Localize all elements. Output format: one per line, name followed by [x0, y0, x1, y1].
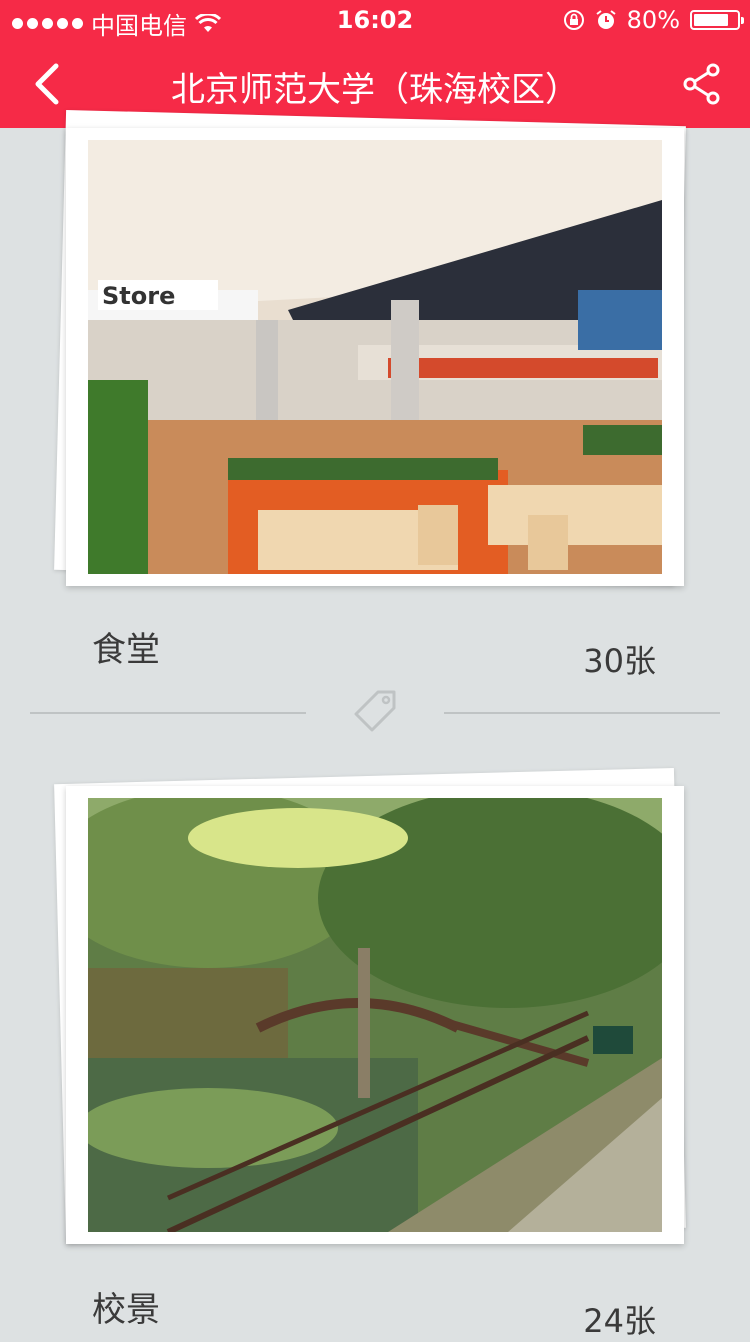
photo-frame: Store: [66, 128, 684, 586]
battery-percent: 80%: [626, 6, 680, 34]
divider-right: [444, 712, 720, 714]
svg-text:Store: Store: [102, 282, 175, 310]
divider-left: [30, 712, 306, 714]
photo-frame: [66, 786, 684, 1244]
album-name: 食堂: [92, 630, 160, 670]
orientation-lock-icon: [563, 10, 584, 30]
status-bar-right: 80%: [563, 6, 744, 34]
battery-icon: [690, 10, 744, 30]
page-title: 北京师范大学（珠海校区）: [171, 70, 579, 110]
album-cover-photo[interactable]: Store: [88, 140, 662, 574]
status-bar: 中国电信 16:02 80%: [0, 0, 750, 40]
tag-icon: [354, 690, 396, 732]
album-cover-photo[interactable]: [88, 798, 662, 1232]
album-card-scenery[interactable]: [54, 767, 686, 1245]
alarm-icon: [596, 10, 616, 29]
album-photo-count: 30张: [583, 642, 656, 680]
album-card-canteen[interactable]: Store: [54, 109, 686, 587]
album-photo-count: 24张: [583, 1302, 656, 1340]
album-name: 校景: [92, 1290, 160, 1330]
share-icon[interactable]: [682, 60, 722, 108]
